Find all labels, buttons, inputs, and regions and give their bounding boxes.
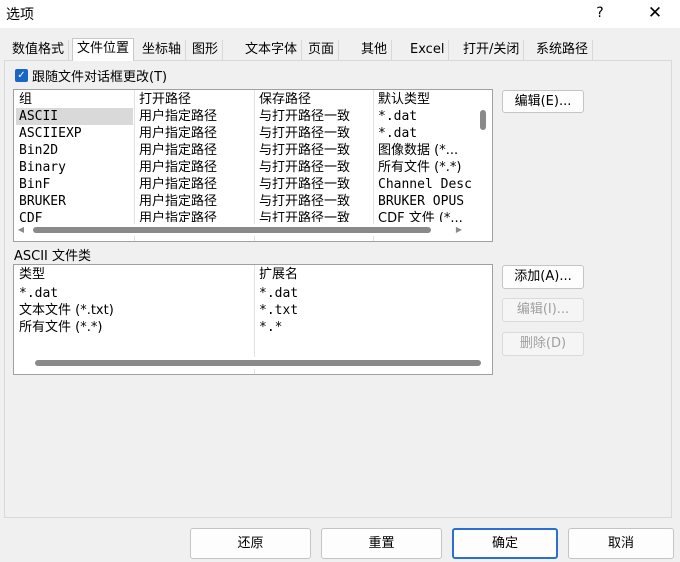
- title-bar: 选项 ? ✕: [0, 0, 680, 28]
- table-cell[interactable]: *.dat: [259, 285, 298, 302]
- table-cell[interactable]: 文本文件 (*.txt): [19, 302, 114, 319]
- table-cell[interactable]: 用户指定路径: [139, 159, 217, 176]
- table-cell[interactable]: BRUKER OPUS ...: [378, 193, 475, 210]
- table-cell[interactable]: 与打开路径一致: [259, 176, 350, 193]
- window-title: 选项: [6, 7, 34, 23]
- vertical-scrollbar[interactable]: [475, 90, 492, 223]
- table-cell[interactable]: 用户指定路径: [139, 176, 217, 193]
- column-divider: [134, 90, 135, 241]
- table-cell[interactable]: 与打开路径一致: [259, 193, 350, 210]
- horizontal-scrollbar[interactable]: ◀ ▶: [15, 224, 475, 236]
- follow-dialog-checkbox[interactable]: ✓: [15, 69, 28, 82]
- ok-button[interactable]: 确定: [452, 528, 558, 559]
- table-cell[interactable]: 所有文件 (*.*): [19, 319, 102, 336]
- table-cell[interactable]: 与打开路径一致: [259, 108, 350, 125]
- table-cell[interactable]: 用户指定路径: [139, 193, 217, 210]
- header-extension[interactable]: 扩展名: [259, 266, 298, 283]
- table-cell[interactable]: BinF: [19, 176, 50, 193]
- table-cell[interactable]: 与打开路径一致: [259, 142, 350, 159]
- table-cell[interactable]: 与打开路径一致: [259, 125, 350, 142]
- table-cell[interactable]: Binary: [19, 159, 66, 176]
- header-default-type[interactable]: 默认类型: [378, 91, 430, 108]
- table-cell[interactable]: 所有文件 (*.*): [378, 159, 475, 176]
- horizontal-scroll-thumb[interactable]: [35, 360, 481, 366]
- table-cell[interactable]: 用户指定路径: [139, 142, 217, 159]
- table-cell[interactable]: BRUKER: [19, 193, 66, 210]
- help-button[interactable]: ?: [588, 2, 612, 24]
- ascii-file-type-table[interactable]: 类型 扩展名 *.dat *.dat 文本文件 (*.txt) *.txt 所有…: [13, 264, 493, 375]
- tab-strip: 数值格式 文件位置 坐标轴 图形 文本字体 页面 其他 Excel 打开/关闭 …: [4, 38, 676, 61]
- edit-type-button[interactable]: 编辑(I)...: [502, 298, 584, 322]
- header-type[interactable]: 类型: [19, 266, 45, 283]
- table-cell[interactable]: 用户指定路径: [139, 125, 217, 142]
- tab-excel[interactable]: Excel: [406, 40, 450, 60]
- restore-button[interactable]: 还原: [190, 528, 311, 559]
- table-cell[interactable]: ASCIIEXP: [19, 125, 82, 142]
- edit-path-button[interactable]: 编辑(E)...: [502, 90, 584, 113]
- table-cell[interactable]: CDF 文件 (*...: [378, 210, 475, 222]
- table-cell[interactable]: ASCII: [19, 108, 58, 125]
- table-cell[interactable]: 与打开路径一致: [259, 210, 350, 222]
- table-cell[interactable]: 用户指定路径: [139, 108, 217, 125]
- add-type-button[interactable]: 添加(A)...: [502, 265, 584, 289]
- tab-page[interactable]: 页面: [304, 40, 340, 60]
- table-cell[interactable]: CDF: [19, 210, 42, 222]
- table-cell[interactable]: *.txt: [259, 302, 298, 319]
- table-cell[interactable]: *.*: [259, 319, 282, 336]
- tab-graph[interactable]: 图形: [188, 40, 224, 60]
- file-location-table[interactable]: 组 打开路径 保存路径 默认类型 ASCII 用户指定路径 与打开路径一致 *.…: [13, 89, 493, 242]
- tab-text-font[interactable]: 文本字体: [241, 40, 303, 60]
- vertical-scroll-thumb[interactable]: [480, 110, 486, 130]
- tab-open-close[interactable]: 打开/关闭: [459, 40, 525, 60]
- table-cell[interactable]: 与打开路径一致: [259, 159, 350, 176]
- table-cell[interactable]: *.dat: [378, 125, 468, 142]
- header-group[interactable]: 组: [19, 91, 32, 108]
- follow-dialog-checkbox-row[interactable]: ✓ 跟随文件对话框更改(T): [15, 66, 167, 85]
- table-cell[interactable]: *.dat: [19, 285, 58, 302]
- header-open-path[interactable]: 打开路径: [139, 91, 191, 108]
- tab-other[interactable]: 其他: [357, 40, 393, 60]
- column-divider: [254, 90, 255, 241]
- table-cell[interactable]: 用户指定路径: [139, 210, 217, 222]
- follow-dialog-label: 跟随文件对话框更改(T): [32, 70, 168, 85]
- scroll-left-icon[interactable]: ◀: [15, 224, 27, 236]
- header-save-path[interactable]: 保存路径: [259, 91, 311, 108]
- horizontal-scroll-thumb[interactable]: [33, 227, 431, 233]
- tab-axis[interactable]: 坐标轴: [138, 40, 187, 60]
- table-cell[interactable]: *.dat: [378, 108, 468, 125]
- horizontal-scrollbar[interactable]: [15, 357, 492, 369]
- column-divider: [373, 90, 374, 241]
- table-cell[interactable]: Channel Desc...: [378, 176, 475, 193]
- tab-file-location[interactable]: 文件位置: [72, 38, 135, 61]
- dialog-footer: 还原 重置 确定 取消: [0, 518, 680, 562]
- table-cell[interactable]: 图像数据 (*...: [378, 142, 475, 159]
- cancel-button[interactable]: 取消: [568, 528, 674, 559]
- ascii-section-title: ASCII 文件类: [14, 249, 92, 264]
- reset-button[interactable]: 重置: [321, 528, 442, 559]
- scroll-right-icon[interactable]: ▶: [453, 224, 465, 236]
- tab-number-format[interactable]: 数值格式: [8, 40, 70, 60]
- table-cell[interactable]: Bin2D: [19, 142, 58, 159]
- delete-type-button[interactable]: 删除(D): [502, 332, 584, 356]
- tab-system-path[interactable]: 系统路径: [532, 40, 594, 60]
- close-icon[interactable]: ✕: [640, 2, 670, 24]
- tab-panel: ✓ 跟随文件对话框更改(T) 组 打开路径 保存路径 默认类型 ASCII 用户…: [4, 60, 672, 518]
